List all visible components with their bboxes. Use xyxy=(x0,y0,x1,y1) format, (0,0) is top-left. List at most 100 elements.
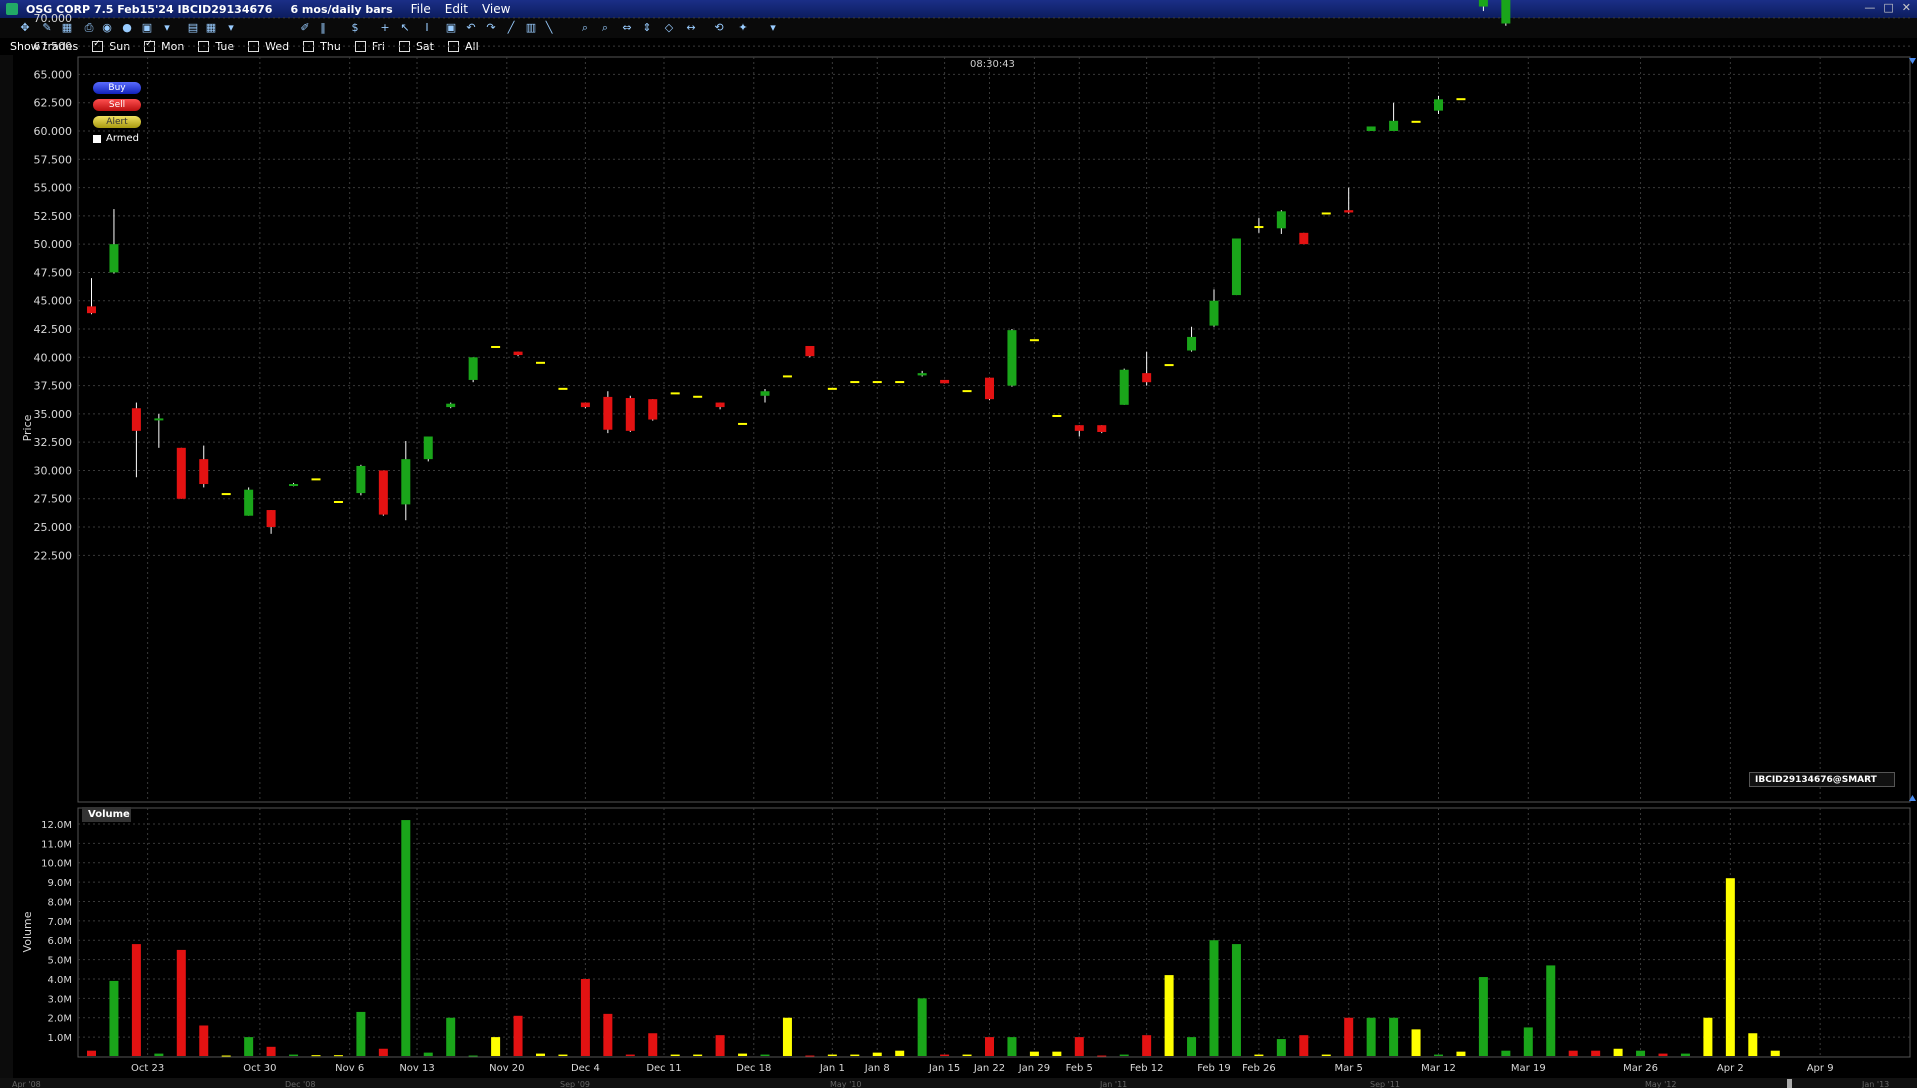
volume-bar[interactable] xyxy=(109,980,119,1056)
candle-body[interactable] xyxy=(1366,126,1376,131)
candle-body[interactable] xyxy=(1029,339,1039,342)
candle-body[interactable] xyxy=(940,379,950,384)
candle-body[interactable] xyxy=(289,484,299,487)
candle-body[interactable] xyxy=(1097,425,1107,432)
candle-body[interactable] xyxy=(311,478,321,481)
volume-bar[interactable] xyxy=(1231,944,1241,1056)
contract-tag[interactable]: IBCID29134676@SMART xyxy=(1749,772,1895,787)
volume-bar[interactable] xyxy=(895,1050,905,1056)
candle-body[interactable] xyxy=(468,357,478,380)
volume-bar[interactable] xyxy=(827,1054,837,1056)
candle-body[interactable] xyxy=(917,373,927,376)
volume-bar[interactable] xyxy=(670,1054,680,1056)
candle-body[interactable] xyxy=(895,381,905,384)
candle-body[interactable] xyxy=(625,398,635,431)
volume-bar[interactable] xyxy=(1366,1017,1376,1056)
candle-body[interactable] xyxy=(1321,212,1331,215)
volume-bar[interactable] xyxy=(1434,1054,1443,1056)
candle-body[interactable] xyxy=(423,436,433,460)
volume-bar[interactable] xyxy=(940,1054,950,1056)
volume-bar[interactable] xyxy=(1478,977,1488,1056)
candle-body[interactable] xyxy=(985,377,994,400)
volume-bar[interactable] xyxy=(985,1037,994,1056)
sell-button[interactable]: Sell xyxy=(93,99,141,111)
volume-bar[interactable] xyxy=(1389,1017,1399,1056)
candle-body[interactable] xyxy=(491,345,501,348)
volume-bar[interactable] xyxy=(1209,940,1219,1056)
volume-bar[interactable] xyxy=(715,1035,725,1056)
buy-button[interactable]: Buy xyxy=(93,82,141,94)
volume-bar[interactable] xyxy=(446,1017,456,1056)
candle-body[interactable] xyxy=(1007,330,1017,386)
candle-body[interactable] xyxy=(536,361,545,364)
volume-bar[interactable] xyxy=(289,1054,299,1056)
candle-body[interactable] xyxy=(244,489,254,516)
candle-body[interactable] xyxy=(221,493,231,496)
volume-bar[interactable] xyxy=(401,820,411,1056)
volume-bar[interactable] xyxy=(221,1055,231,1057)
volume-bar[interactable] xyxy=(154,1053,164,1056)
volume-bar[interactable] xyxy=(1546,965,1556,1056)
volume-bar[interactable] xyxy=(1097,1055,1107,1057)
volume-bar[interactable] xyxy=(423,1052,433,1056)
volume-bar[interactable] xyxy=(558,1054,568,1056)
volume-bar[interactable] xyxy=(1636,1050,1646,1056)
volume-bar[interactable] xyxy=(1344,1017,1354,1056)
candle-body[interactable] xyxy=(1187,336,1197,351)
volume-bar[interactable] xyxy=(1187,1037,1197,1056)
volume-bar[interactable] xyxy=(648,1033,658,1056)
candle-body[interactable] xyxy=(333,501,343,504)
candle-body[interactable] xyxy=(738,422,748,425)
volume-bar[interactable] xyxy=(1029,1051,1039,1056)
volume-bar[interactable] xyxy=(1321,1054,1331,1056)
armed-box[interactable] xyxy=(93,134,101,143)
candle-body[interactable] xyxy=(446,403,456,408)
volume-bar[interactable] xyxy=(760,1054,770,1056)
volume-bar[interactable] xyxy=(850,1054,860,1056)
volume-bar[interactable] xyxy=(1142,1035,1152,1056)
volume-bar[interactable] xyxy=(491,1037,501,1056)
volume-bar[interactable] xyxy=(87,1050,96,1056)
volume-bar[interactable] xyxy=(693,1054,703,1056)
candle-body[interactable] xyxy=(760,391,770,396)
volume-bar[interactable] xyxy=(805,1055,815,1057)
volume-bar[interactable] xyxy=(1052,1051,1062,1056)
volume-bar[interactable] xyxy=(1164,975,1174,1056)
candle-body[interactable] xyxy=(693,395,703,398)
volume-bar[interactable] xyxy=(1119,1054,1129,1056)
volume-bar[interactable] xyxy=(1658,1053,1668,1056)
candle-body[interactable] xyxy=(401,459,411,505)
volume-bar[interactable] xyxy=(1725,878,1735,1056)
volume-bar[interactable] xyxy=(625,1054,635,1056)
candle-body[interactable] xyxy=(558,387,568,390)
volume-bar[interactable] xyxy=(1501,1050,1511,1056)
candle-body[interactable] xyxy=(199,459,209,485)
volume-bar[interactable] xyxy=(1613,1048,1623,1056)
volume-bar[interactable] xyxy=(1074,1037,1084,1056)
volume-bar[interactable] xyxy=(962,1054,972,1056)
candle-body[interactable] xyxy=(154,418,164,421)
candle-body[interactable] xyxy=(131,408,141,431)
candle-body[interactable] xyxy=(670,392,680,395)
volume-bar[interactable] xyxy=(782,1017,792,1056)
candle-body[interactable] xyxy=(962,390,972,393)
volume-bar[interactable] xyxy=(1770,1050,1780,1056)
volume-bar[interactable] xyxy=(1591,1050,1601,1056)
candle-body[interactable] xyxy=(1164,364,1174,367)
volume-bar[interactable] xyxy=(872,1052,882,1056)
volume-bar[interactable] xyxy=(468,1055,478,1057)
volume-bar[interactable] xyxy=(131,944,141,1056)
candle-body[interactable] xyxy=(87,306,96,314)
volume-bar[interactable] xyxy=(536,1053,545,1056)
volume-bar[interactable] xyxy=(1007,1037,1017,1056)
candle-body[interactable] xyxy=(266,510,276,528)
volume-bar[interactable] xyxy=(1680,1053,1690,1056)
candle-body[interactable] xyxy=(1231,238,1241,296)
candle-body[interactable] xyxy=(603,396,613,430)
candle-body[interactable] xyxy=(1119,369,1129,405)
candle-body[interactable] xyxy=(850,381,860,384)
candle-body[interactable] xyxy=(1434,99,1443,111)
candle-body[interactable] xyxy=(715,402,725,408)
overview-handle[interactable] xyxy=(1787,1079,1792,1088)
volume-bar[interactable] xyxy=(1523,1027,1533,1056)
